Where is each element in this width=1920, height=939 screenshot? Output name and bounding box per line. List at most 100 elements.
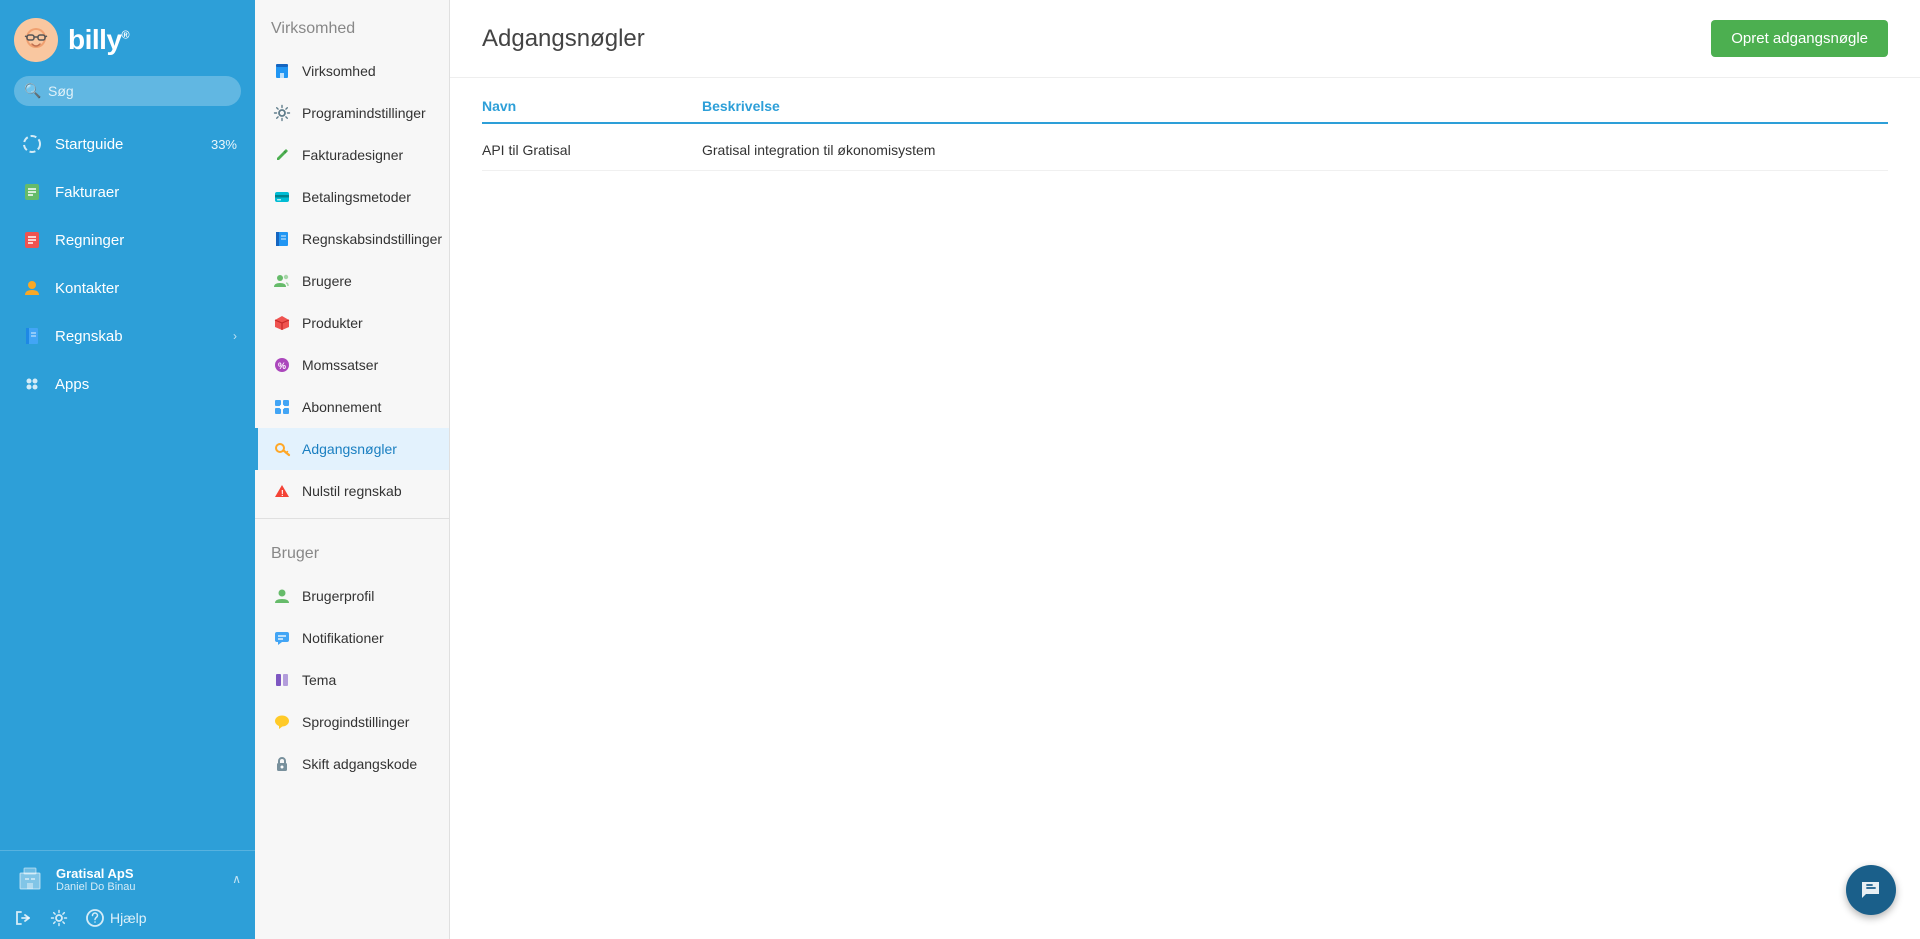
- company-info: Gratisal ApS Daniel Do Binau: [56, 866, 222, 893]
- sub-nav-label: Fakturadesigner: [302, 147, 403, 163]
- search-input[interactable]: [14, 76, 241, 106]
- sub-nav-abonnement[interactable]: Abonnement: [255, 386, 449, 428]
- sidebar-item-label: Apps: [55, 376, 89, 393]
- sidebar-item-apps[interactable]: Apps: [0, 360, 255, 408]
- sidebar-item-regninger[interactable]: Regninger: [0, 216, 255, 264]
- user-profile-icon: [272, 586, 292, 606]
- company-icon: [14, 863, 46, 895]
- sidebar-item-label: Startguide: [55, 136, 123, 153]
- avatar: [14, 18, 58, 62]
- card-icon: [272, 187, 292, 207]
- sidebar-item-label: Regnskab: [55, 328, 123, 345]
- chat-button[interactable]: [1846, 865, 1896, 915]
- sub-nav-virksomhed[interactable]: Virksomhed: [255, 50, 449, 92]
- svg-text:%: %: [278, 361, 286, 371]
- sub-nav-label: Sprogindstillinger: [302, 714, 409, 730]
- sub-nav-label: Brugerprofil: [302, 588, 374, 604]
- sub-nav-label: Tema: [302, 672, 336, 688]
- sub-nav-adgangsnogler[interactable]: Adgangsnøgler: [255, 428, 449, 470]
- table-header: Navn Beskrivelse: [482, 98, 1888, 124]
- table-row[interactable]: API til Gratisal Gratisal integration ti…: [482, 130, 1888, 171]
- help-icon: [86, 909, 104, 927]
- key-icon: [272, 439, 292, 459]
- box-icon: [272, 313, 292, 333]
- bruger-section-title: Bruger: [255, 525, 449, 575]
- cell-navn: API til Gratisal: [482, 142, 702, 158]
- invoice-icon: [21, 181, 43, 203]
- search-area: 🔍: [14, 76, 241, 106]
- sub-nav-produkter[interactable]: Produkter: [255, 302, 449, 344]
- sub-nav-label: Notifikationer: [302, 630, 384, 646]
- sub-nav-label: Abonnement: [302, 399, 381, 415]
- help-button[interactable]: Hjælp: [86, 909, 147, 927]
- chat-bubble-icon: [1859, 878, 1883, 902]
- sub-nav-programindstillinger[interactable]: Programindstillinger: [255, 92, 449, 134]
- chevron-right-icon: ›: [233, 329, 237, 343]
- percent-icon: %: [272, 355, 292, 375]
- bill-icon: [21, 229, 43, 251]
- sidebar-item-regnskab[interactable]: Regnskab ›: [0, 312, 255, 360]
- logo-area: billy®: [0, 0, 255, 76]
- sub-nav-label: Skift adgangskode: [302, 756, 417, 772]
- sub-nav-label: Programindstillinger: [302, 105, 426, 121]
- virksomhed-section-title: Virksomhed: [255, 0, 449, 50]
- company-user: Daniel Do Binau: [56, 881, 222, 893]
- bottom-actions: Hjælp: [14, 905, 241, 927]
- startguide-badge: 33%: [211, 137, 237, 152]
- main-content: Adgangsnøgler Opret adgangsnøgle Navn Be…: [450, 0, 1920, 939]
- table-body: API til Gratisal Gratisal integration ti…: [482, 130, 1888, 171]
- create-key-button[interactable]: Opret adgangsnøgle: [1711, 20, 1888, 57]
- logo-text: billy®: [68, 24, 129, 56]
- users-icon: [272, 271, 292, 291]
- sidebar-item-fakturaer[interactable]: Fakturaer: [0, 168, 255, 216]
- page-title: Adgangsnøgler: [482, 25, 645, 53]
- gear-icon: [50, 909, 68, 927]
- sub-nav-nulstil-regnskab[interactable]: ! Nulstil regnskab: [255, 470, 449, 512]
- speech-icon: [272, 712, 292, 732]
- help-label: Hjælp: [110, 910, 147, 926]
- chevron-up-icon: ∧: [232, 872, 241, 886]
- pencil-icon: [272, 145, 292, 165]
- table-area: Navn Beskrivelse API til Gratisal Gratis…: [450, 78, 1920, 939]
- puzzle-icon: [272, 397, 292, 417]
- sub-nav-fakturadesigner[interactable]: Fakturadesigner: [255, 134, 449, 176]
- book-icon: [21, 325, 43, 347]
- sub-nav-label: Brugere: [302, 273, 352, 289]
- sub-nav-brugerprofil[interactable]: Brugerprofil: [255, 575, 449, 617]
- sidebar: billy® 🔍 Startguide 33%: [0, 0, 255, 939]
- sub-nav-regnskabsindstillinger[interactable]: Regnskabsindstillinger: [255, 218, 449, 260]
- sidebar-item-startguide[interactable]: Startguide 33%: [0, 120, 255, 168]
- gear-icon: [272, 103, 292, 123]
- col-beskrivelse[interactable]: Beskrivelse: [702, 98, 1888, 114]
- sub-nav-label: Adgangsnøgler: [302, 441, 397, 457]
- logout-button[interactable]: [14, 909, 32, 927]
- book2-icon: [272, 229, 292, 249]
- sub-nav-label: Produkter: [302, 315, 363, 331]
- palette-icon: [272, 670, 292, 690]
- sub-nav-brugere[interactable]: Brugere: [255, 260, 449, 302]
- company-selector[interactable]: Gratisal ApS Daniel Do Binau ∧: [14, 863, 241, 895]
- sub-nav-betalingsmetoder[interactable]: Betalingsmetoder: [255, 176, 449, 218]
- sub-nav-notifikationer[interactable]: Notifikationer: [255, 617, 449, 659]
- sub-nav-label: Betalingsmetoder: [302, 189, 411, 205]
- sub-nav-label: Nulstil regnskab: [302, 483, 402, 499]
- cell-beskrivelse: Gratisal integration til økonomisystem: [702, 142, 1888, 158]
- sidebar-nav: Startguide 33% Fakturaer: [0, 120, 255, 850]
- sub-nav-label: Virksomhed: [302, 63, 376, 79]
- sidebar-item-label: Fakturaer: [55, 184, 119, 201]
- settings-button[interactable]: [50, 909, 68, 927]
- sidebar-footer: Gratisal ApS Daniel Do Binau ∧: [0, 850, 255, 939]
- sub-nav-momssatser[interactable]: % Momssatser: [255, 344, 449, 386]
- sub-nav-tema[interactable]: Tema: [255, 659, 449, 701]
- apps-icon: [21, 373, 43, 395]
- col-navn[interactable]: Navn: [482, 98, 702, 114]
- sub-nav-label: Momssatser: [302, 357, 378, 373]
- sidebar-item-kontakter[interactable]: Kontakter: [0, 264, 255, 312]
- sub-nav-sprogindstillinger[interactable]: Sprogindstillinger: [255, 701, 449, 743]
- building-icon: [272, 61, 292, 81]
- svg-text:!: !: [281, 489, 284, 498]
- triangle-icon: !: [272, 481, 292, 501]
- chat-icon: [272, 628, 292, 648]
- main-header: Adgangsnøgler Opret adgangsnøgle: [450, 0, 1920, 78]
- sub-nav-skift-adgangskode[interactable]: Skift adgangskode: [255, 743, 449, 785]
